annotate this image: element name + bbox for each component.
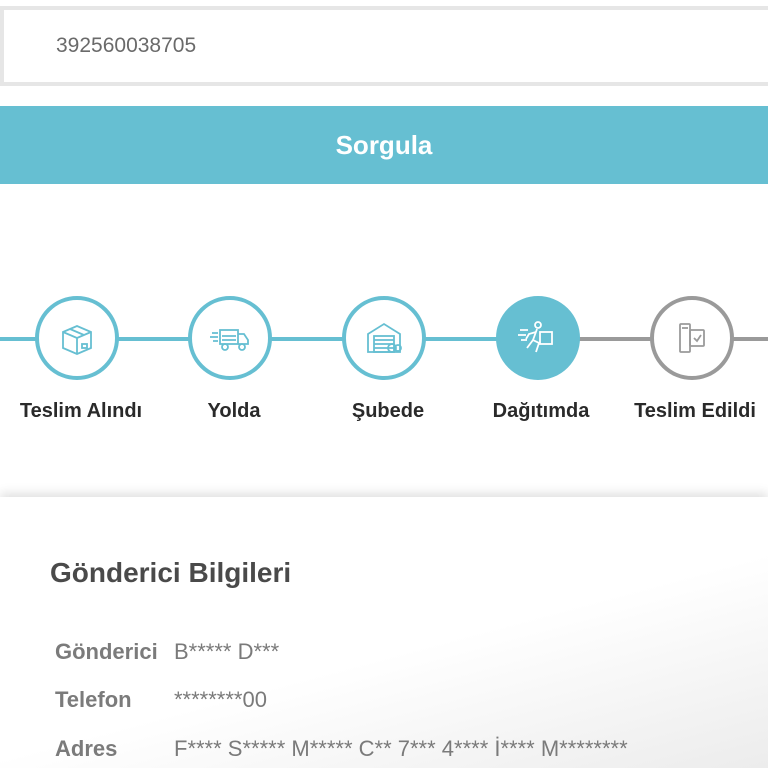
phone-label: Telefon: [55, 687, 132, 712]
step-label-yolda: Yolda: [207, 400, 261, 422]
step-label-dagitimda: Dağıtımda: [492, 400, 590, 422]
sender-value: B***** D***: [174, 639, 280, 664]
address-label: Adres: [55, 736, 118, 761]
sender-info-panel: Gönderici Bilgileri Gönderici B***** D**…: [0, 497, 768, 768]
delivery-truck-icon: [210, 329, 249, 351]
step-yolda: [188, 296, 272, 380]
step-teslim-alindi: [35, 296, 119, 380]
query-button[interactable]: Sorgula: [0, 106, 768, 184]
sender-info-title: Gönderici Bilgileri: [50, 557, 292, 588]
step-label-teslim-alindi: Teslim Alındı: [19, 400, 143, 422]
step-teslim-edildi: [650, 296, 734, 380]
courier-running-icon: [518, 321, 553, 353]
delivered-phone-icon: [679, 323, 705, 353]
sender-label: Gönderici: [55, 639, 158, 664]
tracking-number-field-wrapper: [0, 6, 768, 86]
package-icon: [62, 325, 92, 355]
warehouse-icon: [367, 322, 402, 353]
step-label-teslim-edildi: Teslim Edildi: [634, 400, 756, 422]
step-label-subede: Şubede: [351, 400, 425, 422]
step-subede: [342, 296, 426, 380]
phone-value: ********00: [174, 687, 267, 712]
shipment-status-tracker: Teslim Alındı Yolda Şubede Dağıtımda Tes…: [0, 296, 768, 436]
tracking-number-input[interactable]: [4, 10, 768, 82]
address-value: F**** S***** M***** C** 7*** 4**** İ****…: [174, 736, 628, 761]
step-dagitimda: [496, 296, 580, 380]
